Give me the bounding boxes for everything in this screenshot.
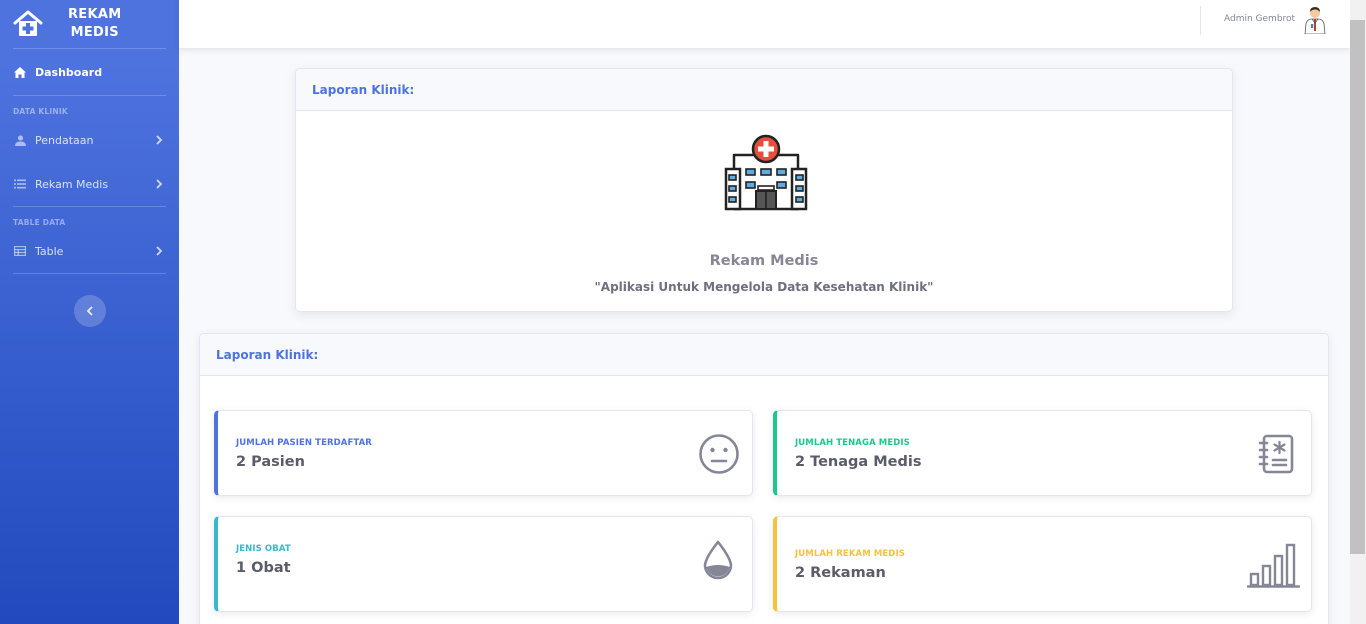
sidebar-item-label: Rekam Medis [35,177,109,191]
sidebar-toggle-button[interactable] [74,295,106,327]
user-icon [13,134,27,146]
stat-label: JUMLAH TENAGA MEDIS [795,438,910,448]
topbar-divider [1200,6,1201,35]
sidebar-item-label: Pendataan [35,133,94,147]
scrollbar-thumb[interactable] [1350,20,1365,554]
chevron-left-icon [86,306,93,316]
table-icon [13,245,27,257]
drop-icon [703,540,733,580]
brand-line-1: REKAM [68,7,122,22]
sidebar-item-table[interactable]: Table [0,229,179,273]
sidebar-item-label: Table [35,244,64,258]
home-icon [13,66,27,78]
chevron-right-icon [156,246,163,256]
avatar[interactable] [1303,6,1327,34]
sidebar-item-dashboard[interactable]: Dashboard [0,49,179,95]
stat-label: JUMLAH REKAM MEDIS [795,549,905,559]
stat-card-patients: JUMLAH PASIEN TERDAFTAR 2 Pasien [214,410,753,496]
stat-value: 2 Pasien [236,454,305,470]
page-scrollbar[interactable] [1350,0,1366,624]
user-name[interactable]: Admin Gembrot [1224,14,1295,24]
sidebar-heading: DATA KLINIK [13,107,68,116]
clinic-logo-icon [13,10,43,36]
stat-card-medical-staff: JUMLAH TENAGA MEDIS 2 Tenaga Medis [773,410,1312,496]
neutral-face-icon [699,434,739,474]
stat-card-medical-records: JUMLAH REKAM MEDIS 2 Rekaman [773,516,1312,612]
stat-value: 2 Rekaman [795,565,886,581]
clinic-info-card: Laporan Klinik: Rekam Medis "Aplikasi Un… [295,68,1233,312]
chevron-right-icon [156,179,163,189]
sidebar: REKAM MEDIS Dashboard DATA KLINIK Pendat… [0,0,179,624]
sidebar-brand[interactable]: REKAM MEDIS [0,0,179,48]
sidebar-heading: TABLE DATA [13,218,66,227]
brand-line-2: MEDIS [70,25,119,40]
stat-value: 1 Obat [236,560,291,576]
app-subtitle: "Aplikasi Untuk Mengelola Data Kesehatan… [594,280,934,294]
sidebar-item-rekam-medis[interactable]: Rekam Medis [0,162,179,206]
medical-notebook-icon [1258,434,1294,474]
hospital-icon [724,134,808,211]
stat-label: JUMLAH PASIEN TERDAFTAR [236,438,372,448]
brand-name: REKAM MEDIS [68,6,121,42]
topbar: Admin Gembrot [179,0,1350,48]
card-header: Laporan Klinik: [296,69,1232,111]
sidebar-item-label: Dashboard [35,65,103,79]
stat-card-medicine: JENIS OBAT 1 Obat [214,516,753,612]
list-icon [13,178,27,190]
chevron-right-icon [156,135,163,145]
app-title: Rekam Medis [709,253,819,269]
bar-chart-icon [1247,543,1301,588]
stat-label: JENIS OBAT [236,544,291,554]
card-header: Laporan Klinik: [200,334,1328,376]
sidebar-divider [13,273,166,274]
sidebar-item-pendataan[interactable]: Pendataan [0,118,179,162]
stat-value: 2 Tenaga Medis [795,454,922,470]
